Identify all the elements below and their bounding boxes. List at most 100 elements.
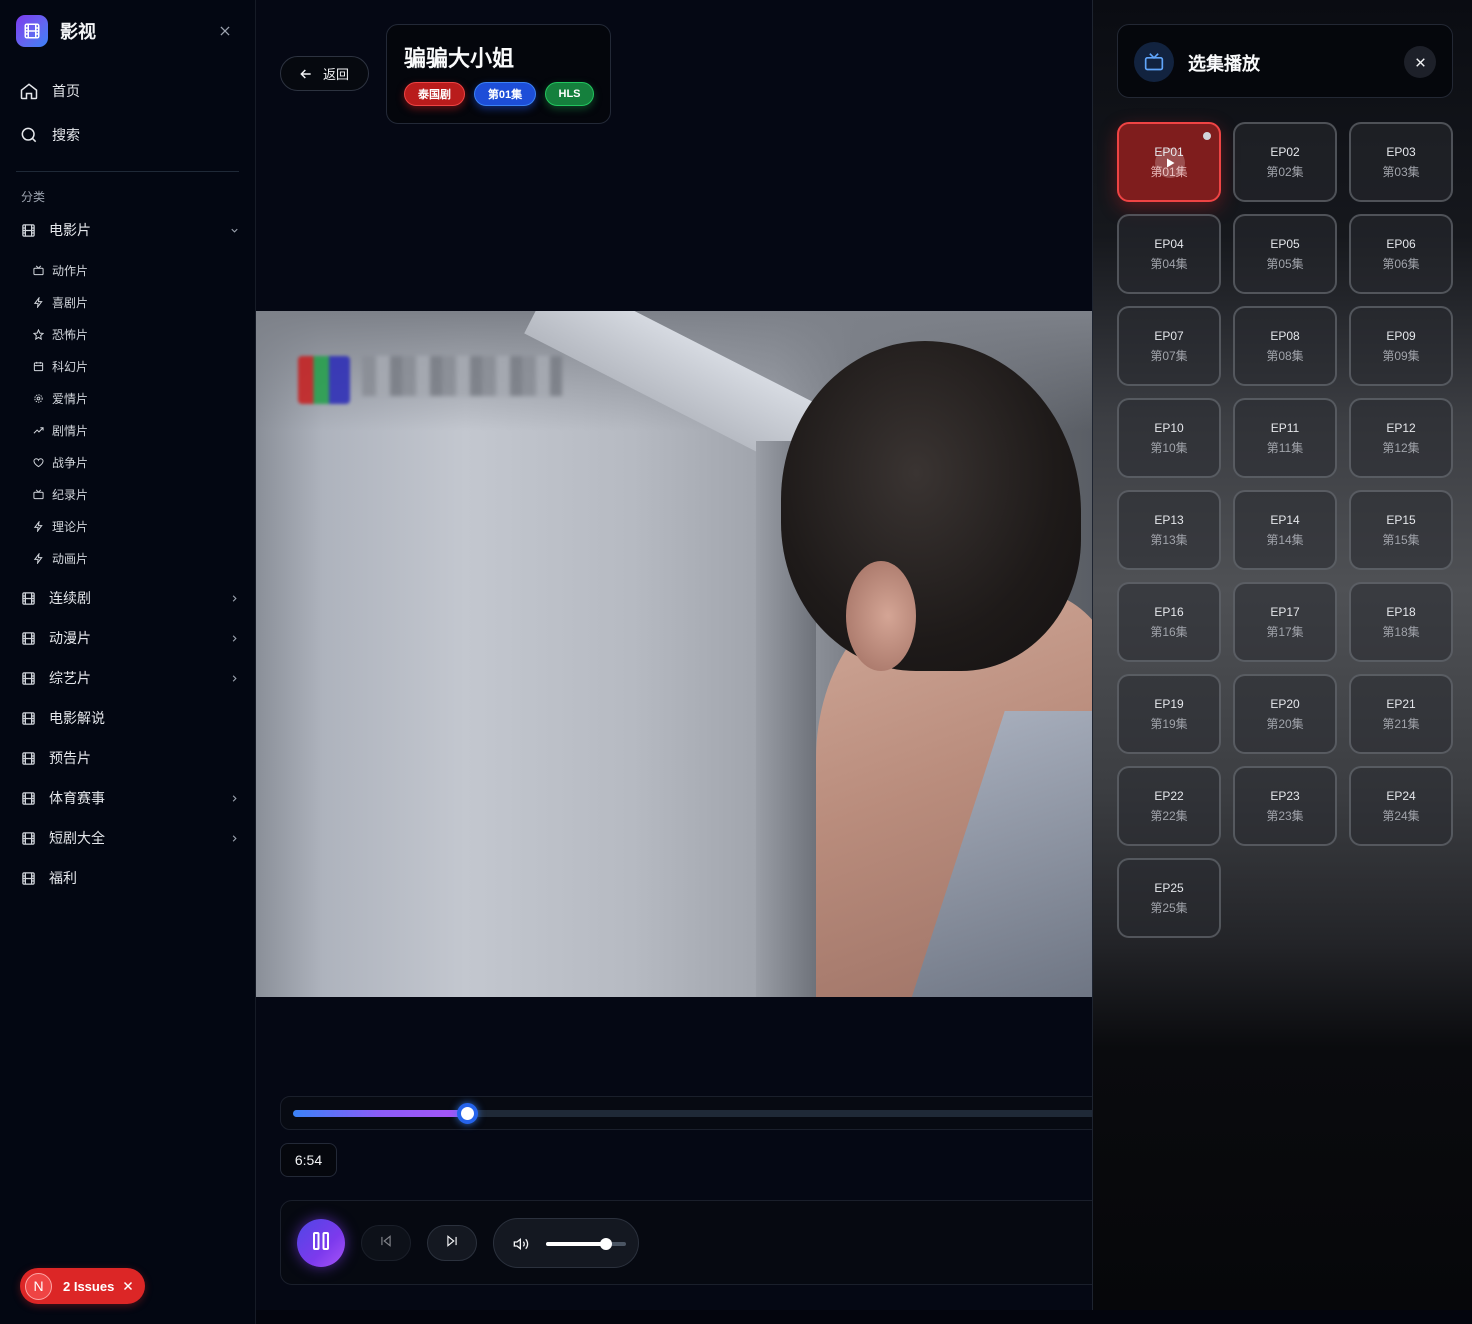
episode-button[interactable]: EP13 第13集 <box>1117 490 1221 570</box>
episode-button[interactable]: EP11 第11集 <box>1233 398 1337 478</box>
genre-tag: 泰国剧 <box>404 82 465 106</box>
episode-name: 第23集 <box>1266 809 1304 823</box>
calendar-icon <box>32 360 44 372</box>
episode-button[interactable]: EP15 第15集 <box>1349 490 1453 570</box>
episode-button[interactable]: EP02 第02集 <box>1233 122 1337 202</box>
episode-name: 第07集 <box>1150 349 1188 363</box>
episode-code: EP25 <box>1154 881 1184 895</box>
subcategory-label: 纪录片 <box>52 487 89 502</box>
issues-badge[interactable]: N 2 Issues <box>20 1268 145 1304</box>
episode-code: EP11 <box>1270 421 1300 435</box>
now-playing-dot <box>1203 132 1211 140</box>
chevron-right-icon <box>226 790 242 806</box>
title-card: 骗骗大小姐 泰国剧 第01集 HLS <box>386 24 611 124</box>
category-item[interactable]: 福利 <box>20 866 244 890</box>
episode-name: 第13集 <box>1150 533 1188 547</box>
close-panel-button[interactable] <box>1404 46 1436 78</box>
subcategory-item[interactable]: 科幻片 <box>32 356 88 376</box>
subcategory-item[interactable]: 理论片 <box>32 516 88 536</box>
episode-name: 第19集 <box>1150 717 1188 731</box>
pause-button[interactable] <box>297 1219 345 1267</box>
episode-button[interactable]: EP09 第09集 <box>1349 306 1453 386</box>
episode-code: EP05 <box>1270 237 1300 251</box>
film-icon <box>20 830 36 846</box>
episode-button[interactable]: EP08 第08集 <box>1233 306 1337 386</box>
episode-name: 第18集 <box>1382 625 1420 639</box>
episode-code: EP09 <box>1386 329 1416 343</box>
category-item[interactable]: 预告片 <box>20 746 244 770</box>
episode-code: EP08 <box>1270 329 1300 343</box>
zap-icon <box>32 296 44 308</box>
subcategory-item[interactable]: 爱情片 <box>32 388 88 408</box>
nav-home[interactable]: 首页 <box>18 75 238 107</box>
subcategory-item[interactable]: 纪录片 <box>32 484 88 504</box>
film-icon <box>20 790 36 806</box>
volume-icon[interactable] <box>512 1235 530 1253</box>
trending-icon <box>32 424 44 436</box>
previous-episode-button[interactable] <box>361 1225 411 1261</box>
episode-name: 第09集 <box>1382 349 1420 363</box>
subcategory-label: 动作片 <box>52 263 89 278</box>
film-icon <box>20 750 36 766</box>
close-icon[interactable] <box>121 1279 135 1293</box>
sidebar-divider <box>16 171 239 172</box>
film-icon <box>20 670 36 686</box>
episode-button[interactable]: EP22 第22集 <box>1117 766 1221 846</box>
episode-panel-title: 选集播放 <box>1188 54 1260 74</box>
subcategory-item[interactable]: 剧情片 <box>32 420 88 440</box>
episode-code: EP18 <box>1386 605 1416 619</box>
episode-button[interactable]: EP20 第20集 <box>1233 674 1337 754</box>
episode-button[interactable]: EP25 第25集 <box>1117 858 1221 938</box>
tv-icon <box>32 264 44 276</box>
subcategory-label: 恐怖片 <box>52 327 89 342</box>
category-item[interactable]: 短剧大全 <box>20 826 244 850</box>
video-frame[interactable] <box>256 311 1092 997</box>
episode-button[interactable]: EP04 第04集 <box>1117 214 1221 294</box>
episode-button[interactable]: EP07 第07集 <box>1117 306 1221 386</box>
category-item[interactable]: 动漫片 <box>20 626 244 650</box>
episode-button[interactable]: EP12 第12集 <box>1349 398 1453 478</box>
episode-button-active[interactable]: EP01 第01集 <box>1117 122 1221 202</box>
episode-button[interactable]: EP14 第14集 <box>1233 490 1337 570</box>
category-item[interactable]: 连续剧 <box>20 586 244 610</box>
episode-code: EP22 <box>1154 789 1184 803</box>
progress-thumb[interactable] <box>457 1103 479 1124</box>
episode-button[interactable]: EP17 第17集 <box>1233 582 1337 662</box>
progress-fill <box>293 1110 468 1117</box>
episode-button[interactable]: EP24 第24集 <box>1349 766 1453 846</box>
category-label: 综艺片 <box>49 670 91 686</box>
category-movies[interactable]: 电影片 <box>20 218 244 242</box>
episode-button[interactable]: EP19 第19集 <box>1117 674 1221 754</box>
episode-code: EP19 <box>1154 697 1184 711</box>
episode-button[interactable]: EP21 第21集 <box>1349 674 1453 754</box>
episode-button[interactable]: EP05 第05集 <box>1233 214 1337 294</box>
back-button[interactable]: 返回 <box>280 56 369 91</box>
episode-code: EP07 <box>1154 329 1184 343</box>
subcategory-item[interactable]: 喜剧片 <box>32 292 88 312</box>
subcategory-item[interactable]: 动画片 <box>32 548 88 568</box>
episode-button[interactable]: EP18 第18集 <box>1349 582 1453 662</box>
issues-n-logo: N <box>25 1272 52 1300</box>
episode-code: EP20 <box>1270 697 1300 711</box>
episode-button[interactable]: EP03 第03集 <box>1349 122 1453 202</box>
brand[interactable]: 影视 <box>16 15 96 47</box>
next-episode-button[interactable] <box>427 1225 477 1261</box>
category-item[interactable]: 电影解说 <box>20 706 244 730</box>
episode-button[interactable]: EP06 第06集 <box>1349 214 1453 294</box>
subcategory-label: 理论片 <box>52 519 89 534</box>
subcategory-item[interactable]: 动作片 <box>32 260 88 280</box>
category-item[interactable]: 体育赛事 <box>20 786 244 810</box>
progress-track[interactable] <box>293 1103 1092 1124</box>
episode-code: EP17 <box>1270 605 1300 619</box>
subcategory-label: 战争片 <box>52 455 89 470</box>
episode-button[interactable]: EP23 第23集 <box>1233 766 1337 846</box>
category-item[interactable]: 综艺片 <box>20 666 244 690</box>
volume-thumb[interactable] <box>600 1238 612 1250</box>
subcategory-item[interactable]: 恐怖片 <box>32 324 88 344</box>
episode-button[interactable]: EP16 第16集 <box>1117 582 1221 662</box>
nav-search[interactable]: 搜索 <box>18 119 238 151</box>
episode-button[interactable]: EP10 第10集 <box>1117 398 1221 478</box>
sidebar-close-icon[interactable] <box>214 20 236 42</box>
subcategory-item[interactable]: 战争片 <box>32 452 88 472</box>
volume-slider[interactable] <box>546 1238 626 1250</box>
